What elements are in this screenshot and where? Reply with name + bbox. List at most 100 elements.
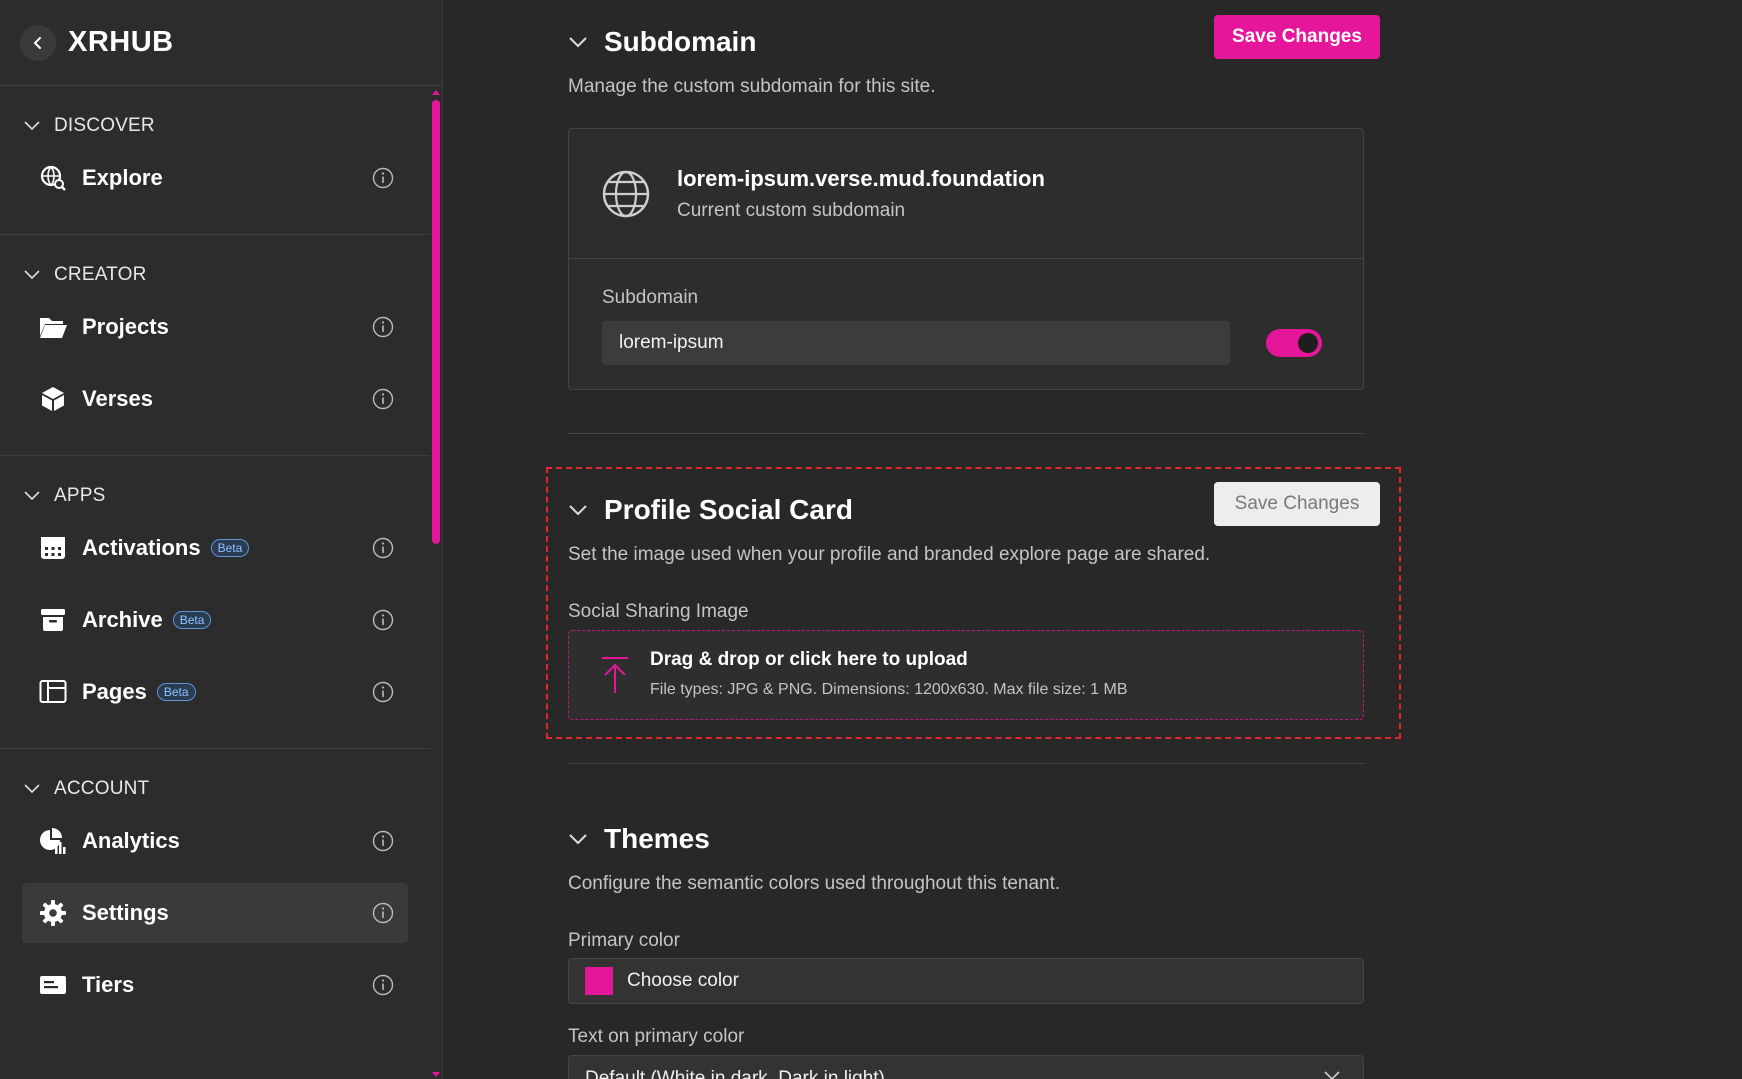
select-value: Default (White in dark, Dark in light) <box>585 1068 885 1079</box>
current-domain: lorem-ipsum.verse.mud.foundation <box>677 165 1045 191</box>
brand-header: XRHUB <box>0 0 442 86</box>
chevron-down-icon <box>1324 1071 1340 1079</box>
section-divider <box>568 763 1364 764</box>
sidebar-item-verses[interactable]: Verses <box>22 369 408 429</box>
subdomain-section-toggle[interactable]: Subdomain <box>568 26 756 58</box>
sidebar-item-label: Verses <box>82 386 153 411</box>
primary-color-picker[interactable]: Choose color <box>568 958 1364 1004</box>
sidebar-item-activations[interactable]: Activations Beta <box>22 518 408 578</box>
chevron-down-icon <box>24 270 40 280</box>
cube-icon <box>38 384 68 414</box>
sidebar-item-settings[interactable]: Settings <box>22 883 408 943</box>
gear-icon <box>38 898 68 928</box>
folder-open-icon <box>38 312 68 342</box>
sidebar-item-label: Explore <box>82 165 163 190</box>
section-label: ACCOUNT <box>54 778 150 799</box>
globe-search-icon <box>38 163 68 193</box>
scroll-thumb[interactable] <box>432 100 440 544</box>
themes-description: Configure the semantic colors used throu… <box>568 873 1061 894</box>
section-toggle-apps[interactable]: APPS <box>0 484 430 508</box>
sidebar-item-archive[interactable]: Archive Beta <box>22 590 408 650</box>
sidebar-section-creator: CREATOR Projects Verses <box>0 235 430 456</box>
subdomain-card: lorem-ipsum.verse.mud.foundation Current… <box>568 128 1364 390</box>
calendar-icon <box>38 533 68 563</box>
info-icon[interactable] <box>372 388 394 410</box>
color-picker-text: Choose color <box>627 970 739 991</box>
social-card-save-button[interactable]: Save Changes <box>1214 482 1380 526</box>
sidebar-item-analytics[interactable]: Analytics <box>22 811 408 871</box>
chevron-down-icon <box>569 505 587 516</box>
info-icon[interactable] <box>372 681 394 703</box>
ticket-icon <box>38 970 68 1000</box>
sidebar-item-pages[interactable]: Pages Beta <box>22 662 408 722</box>
section-label: APPS <box>54 485 106 506</box>
layout-icon <box>38 677 68 707</box>
themes-section-toggle[interactable]: Themes <box>568 823 710 855</box>
social-card-section-toggle[interactable]: Profile Social Card <box>568 494 853 526</box>
color-swatch <box>585 967 613 995</box>
chevron-down-icon <box>24 784 40 794</box>
brand-title: XRHUB <box>68 26 174 58</box>
section-toggle-account[interactable]: ACCOUNT <box>0 777 430 801</box>
image-upload-dropzone[interactable]: Drag & drop or click here to upload File… <box>568 630 1364 720</box>
beta-badge: Beta <box>172 611 212 629</box>
section-toggle-discover[interactable]: DISCOVER <box>0 114 430 138</box>
subdomain-save-button[interactable]: Save Changes <box>1214 15 1380 59</box>
chart-pie-icon <box>38 826 68 856</box>
text-on-primary-select[interactable]: Default (White in dark, Dark in light) <box>568 1055 1364 1079</box>
sidebar-item-explore[interactable]: Explore <box>22 148 408 208</box>
chevron-down-icon <box>569 37 587 48</box>
sidebar: XRHUB DISCOVER Explore CREATOR Projects … <box>0 0 443 1079</box>
beta-badge: Beta <box>210 539 250 557</box>
current-domain-row: lorem-ipsum.verse.mud.foundation Current… <box>569 129 1363 259</box>
upload-arrow-icon <box>602 657 628 693</box>
sidebar-item-label: Settings <box>82 900 169 925</box>
sidebar-item-tiers[interactable]: Tiers <box>22 955 408 1015</box>
sidebar-item-label: Tiers <box>82 972 135 997</box>
subdomain-title: Subdomain <box>604 26 757 57</box>
sidebar-nav: DISCOVER Explore CREATOR Projects Verses… <box>0 86 430 1079</box>
upload-requirements: File types: JPG & PNG. Dimensions: 1200x… <box>650 681 1128 698</box>
info-icon[interactable] <box>372 830 394 852</box>
settings-main: Subdomain Save Changes Manage the custom… <box>443 0 1742 1079</box>
beta-badge: Beta <box>156 683 196 701</box>
chevron-down-icon <box>569 834 587 845</box>
upload-title: Drag & drop or click here to upload <box>650 649 968 670</box>
section-toggle-creator[interactable]: CREATOR <box>0 263 430 287</box>
subdomain-toggle[interactable] <box>1266 329 1322 357</box>
info-icon[interactable] <box>372 974 394 996</box>
back-button[interactable] <box>20 24 56 61</box>
chevron-down-icon <box>24 121 40 131</box>
subdomain-input[interactable] <box>602 321 1230 365</box>
sidebar-section-account: ACCOUNT Analytics Settings Tiers <box>0 749 430 1041</box>
globe-icon <box>602 170 650 217</box>
info-icon[interactable] <box>372 167 394 189</box>
text-on-primary-label: Text on primary color <box>568 1026 745 1047</box>
social-card-description: Set the image used when your profile and… <box>568 544 1211 565</box>
info-icon[interactable] <box>372 609 394 631</box>
sidebar-item-label: Projects <box>82 314 169 339</box>
primary-color-label: Primary color <box>568 930 680 951</box>
sidebar-section-discover: DISCOVER Explore <box>0 86 430 235</box>
chevron-down-icon <box>24 491 40 501</box>
sidebar-item-label: Activations <box>82 535 201 560</box>
current-domain-label: Current custom subdomain <box>677 199 906 221</box>
sidebar-section-apps: APPS Activations Beta Archive Beta Pages… <box>0 456 430 749</box>
social-image-label: Social Sharing Image <box>568 601 749 622</box>
sidebar-item-projects[interactable]: Projects <box>22 297 408 357</box>
sidebar-item-label: Archive <box>82 607 163 632</box>
info-icon[interactable] <box>372 316 394 338</box>
themes-title: Themes <box>604 823 710 854</box>
chevron-left-icon <box>33 36 41 49</box>
scroll-down-arrow[interactable] <box>432 1072 440 1077</box>
info-icon[interactable] <box>372 902 394 924</box>
sidebar-item-label: Pages <box>82 679 147 704</box>
toggle-knob <box>1298 333 1318 353</box>
sidebar-item-label: Analytics <box>82 828 180 853</box>
subdomain-description: Manage the custom subdomain for this sit… <box>568 76 936 97</box>
section-label: CREATOR <box>54 264 147 285</box>
scroll-up-arrow[interactable] <box>432 90 440 95</box>
subdomain-field-label: Subdomain <box>602 287 699 308</box>
sidebar-scrollbar[interactable] <box>430 88 442 1079</box>
info-icon[interactable] <box>372 537 394 559</box>
